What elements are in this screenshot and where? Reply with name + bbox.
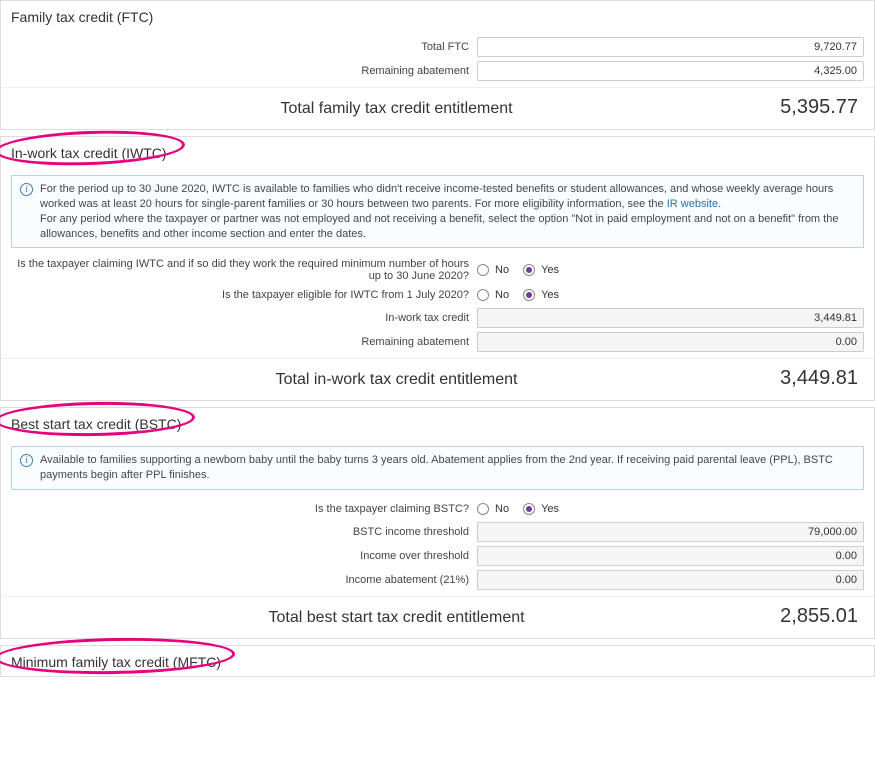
iwtc-q1-label: Is the taxpayer claiming IWTC and if so …	[11, 258, 477, 282]
ftc-heading: Family tax credit (FTC)	[1, 1, 874, 31]
bstc-abate-label: Income abatement (21%)	[11, 574, 477, 586]
iwtc-info-link[interactable]: IR website	[667, 198, 718, 210]
iwtc-q2-row: Is the taxpayer eligible for IWTC from 1…	[1, 284, 874, 306]
iwtc-q1-radio-group: No Yes	[477, 264, 864, 276]
bstc-q1-label: Is the taxpayer claiming BSTC?	[11, 503, 477, 515]
ftc-total-row: Total family tax credit entitlement 5,39…	[1, 87, 874, 129]
bstc-heading: Best start tax credit (BSTC)	[1, 408, 874, 438]
bstc-abate-value	[477, 570, 864, 590]
iwtc-abatement-value	[477, 332, 864, 352]
bstc-over-row: Income over threshold	[1, 544, 874, 568]
bstc-over-label: Income over threshold	[11, 550, 477, 562]
bstc-total-row: Total best start tax credit entitlement …	[1, 596, 874, 638]
iwtc-info-text-2: For any period where the taxpayer or par…	[40, 213, 838, 240]
mftc-heading-text: Minimum family tax credit (MFTC)	[11, 654, 221, 670]
ftc-remaining-abatement-row: Remaining abatement	[1, 59, 874, 83]
iwtc-q1-no-label: No	[495, 264, 509, 276]
iwtc-q1-yes-label: Yes	[541, 264, 559, 276]
iwtc-q2-radio-yes[interactable]	[523, 289, 535, 301]
iwtc-total-row: Total in-work tax credit entitlement 3,4…	[1, 358, 874, 400]
iwtc-q2-yes-label: Yes	[541, 289, 559, 301]
bstc-q1-radio-yes[interactable]	[523, 503, 535, 515]
ftc-total-ftc-value[interactable]	[477, 37, 864, 57]
iwtc-total-label: Total in-work tax credit entitlement	[13, 371, 780, 389]
iwtc-q1-row: Is the taxpayer claiming IWTC and if so …	[1, 256, 874, 284]
iwtc-credit-value	[477, 308, 864, 328]
iwtc-info-box: i For the period up to 30 June 2020, IWT…	[11, 175, 864, 248]
mftc-section: Minimum family tax credit (MFTC)	[0, 645, 875, 677]
ftc-remaining-abatement-value[interactable]	[477, 61, 864, 81]
info-icon: i	[20, 454, 33, 467]
ftc-total-value: 5,395.77	[780, 96, 862, 119]
iwtc-q2-label: Is the taxpayer eligible for IWTC from 1…	[11, 289, 477, 301]
info-icon: i	[20, 183, 33, 196]
iwtc-total-value: 3,449.81	[780, 367, 862, 390]
ftc-total-label: Total family tax credit entitlement	[13, 100, 780, 118]
iwtc-abatement-label: Remaining abatement	[11, 336, 477, 348]
bstc-q1-row: Is the taxpayer claiming BSTC? No Yes	[1, 498, 874, 520]
bstc-total-label: Total best start tax credit entitlement	[13, 609, 780, 627]
bstc-threshold-row: BSTC income threshold	[1, 520, 874, 544]
bstc-info-box: i Available to families supporting a new…	[11, 446, 864, 490]
ftc-total-ftc-label: Total FTC	[11, 41, 477, 53]
iwtc-heading-text: In-work tax credit (IWTC)	[11, 145, 167, 161]
iwtc-section: In-work tax credit (IWTC) i For the peri…	[0, 136, 875, 401]
bstc-threshold-value	[477, 522, 864, 542]
ftc-section: Family tax credit (FTC) Total FTC Remain…	[0, 0, 875, 130]
bstc-section: Best start tax credit (BSTC) i Available…	[0, 407, 875, 639]
iwtc-q1-radio-yes[interactable]	[523, 264, 535, 276]
iwtc-q1-radio-no[interactable]	[477, 264, 489, 276]
iwtc-q2-no-label: No	[495, 289, 509, 301]
iwtc-q2-radio-group: No Yes	[477, 289, 864, 301]
bstc-over-value	[477, 546, 864, 566]
bstc-q1-yes-label: Yes	[541, 503, 559, 515]
bstc-threshold-label: BSTC income threshold	[11, 526, 477, 538]
bstc-info-text: Available to families supporting a newbo…	[40, 454, 833, 481]
bstc-abate-row: Income abatement (21%)	[1, 568, 874, 592]
ftc-total-ftc-row: Total FTC	[1, 35, 874, 59]
ftc-remaining-abatement-label: Remaining abatement	[11, 65, 477, 77]
mftc-heading: Minimum family tax credit (MFTC)	[1, 646, 874, 676]
iwtc-credit-row: In-work tax credit	[1, 306, 874, 330]
bstc-total-value: 2,855.01	[780, 605, 862, 628]
bstc-q1-radio-no[interactable]	[477, 503, 489, 515]
bstc-heading-text: Best start tax credit (BSTC)	[11, 416, 181, 432]
iwtc-heading: In-work tax credit (IWTC)	[1, 137, 874, 167]
bstc-q1-no-label: No	[495, 503, 509, 515]
bstc-q1-radio-group: No Yes	[477, 503, 864, 515]
iwtc-abatement-row: Remaining abatement	[1, 330, 874, 354]
iwtc-q2-radio-no[interactable]	[477, 289, 489, 301]
iwtc-credit-label: In-work tax credit	[11, 312, 477, 324]
